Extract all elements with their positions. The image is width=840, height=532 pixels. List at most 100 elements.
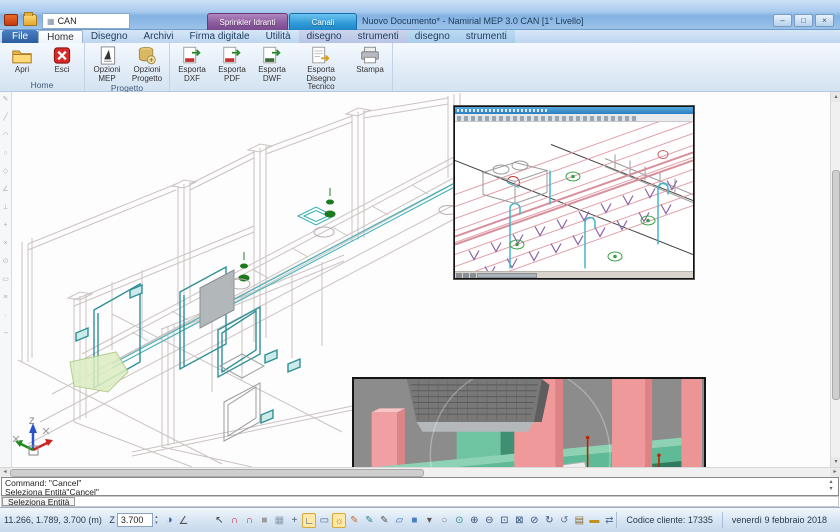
tab-canali-disegno[interactable]: disegno: [407, 30, 458, 43]
zoom-in-icon[interactable]: ⊕: [467, 513, 481, 528]
app-icon[interactable]: [4, 14, 18, 26]
plan-viewport-drawing[interactable]: [455, 122, 693, 271]
mep-options-icon: [96, 45, 118, 66]
context-group-canali[interactable]: Canali: [289, 13, 357, 30]
z-spinner[interactable]: ▴▾: [153, 514, 160, 526]
refresh-icon[interactable]: ⇄: [602, 513, 616, 528]
dropdown-icon[interactable]: ▾: [422, 513, 436, 528]
tool-strip-icon[interactable]: ◇: [3, 168, 8, 175]
selection-window-icon[interactable]: ▭: [317, 513, 331, 528]
viewport-scroll-button[interactable]: [463, 273, 469, 278]
snap-icon[interactable]: ▦: [272, 513, 286, 528]
horizontal-scrollbar[interactable]: ◂ ▸: [0, 467, 840, 477]
export-drawing-icon: [310, 45, 332, 66]
vertical-scrollbar[interactable]: ▴ ▾: [830, 92, 840, 467]
ucs-toggle-icon[interactable]: ◑: [166, 514, 173, 526]
horizontal-scroll-thumb[interactable]: [10, 469, 424, 477]
project-options-icon: [136, 45, 158, 66]
tool-strip-icon[interactable]: ¬: [3, 330, 7, 337]
tool-strip-icon[interactable]: ✎: [3, 96, 9, 103]
left-tool-strip[interactable]: ✎ ╱ ◠ ○ ◇ ∠ ⊥ + × ⊙ ▭ ≡ · ¬: [0, 92, 12, 467]
zoom-out-icon[interactable]: ⊖: [482, 513, 496, 528]
tool-strip-icon[interactable]: ×: [3, 240, 7, 247]
drawing-canvas[interactable]: ✎ ╱ ◠ ○ ◇ ∠ ⊥ + × ⊙ ▭ ≡ · ¬: [0, 92, 840, 467]
tab-home[interactable]: Home: [38, 30, 83, 43]
apri-button[interactable]: Apri: [3, 44, 41, 75]
tool-strip-icon[interactable]: ⊥: [2, 204, 8, 211]
tab-archivi[interactable]: Archivi: [136, 30, 182, 43]
spline-edit-icon[interactable]: ∩: [242, 513, 256, 528]
viewport-toolbar[interactable]: [455, 114, 693, 123]
command-prompt-row[interactable]: Seleziona Entità: [1, 496, 839, 507]
move-icon[interactable]: +: [287, 513, 301, 528]
scroll-up-arrow[interactable]: ▴: [831, 92, 840, 102]
command-scroll-spinner[interactable]: ▴▾: [826, 479, 836, 493]
tab-sprinkler-strumenti[interactable]: strumenti: [350, 30, 407, 43]
export-dwf-icon: [261, 45, 283, 66]
opzioni-progetto-button[interactable]: Opzioni Progetto: [128, 44, 166, 83]
esporta-disegno-tecnico-button[interactable]: Esporta Disegno Tecnico: [293, 44, 349, 92]
esci-button[interactable]: Esci: [43, 44, 81, 75]
viewport-title-bar[interactable]: [455, 107, 693, 114]
minimize-button[interactable]: –: [773, 14, 792, 27]
tab-disegno[interactable]: Disegno: [83, 30, 136, 43]
context-group-sprinkler[interactable]: Sprinkler Idranti: [207, 13, 288, 30]
open-icon[interactable]: [23, 14, 37, 26]
pencil-teal-icon[interactable]: ✎: [362, 513, 376, 528]
layout-icon[interactable]: ▬: [587, 513, 601, 528]
orbit-icon[interactable]: ↻: [542, 513, 556, 528]
select-icon[interactable]: ↖: [212, 513, 226, 528]
filled-square-icon[interactable]: ■: [257, 513, 271, 528]
esporta-dxf-button[interactable]: Esporta DXF: [173, 44, 211, 83]
esporta-pdf-button[interactable]: Esporta PDF: [213, 44, 251, 83]
vertical-scroll-thumb[interactable]: [832, 170, 840, 400]
layers-icon[interactable]: ▤: [572, 513, 586, 528]
ortho-icon[interactable]: ∟: [302, 513, 316, 528]
z-value-input[interactable]: 3.700: [117, 513, 153, 527]
tab-firma-digitale[interactable]: Firma digitale: [182, 30, 258, 43]
esporta-dwf-button[interactable]: Esporta DWF: [253, 44, 291, 83]
tool-strip-icon[interactable]: ≡: [3, 294, 7, 301]
tool-strip-icon[interactable]: ·: [4, 312, 6, 319]
box-3d-icon[interactable]: ▱: [392, 513, 406, 528]
viewport-scrollbar[interactable]: [455, 271, 693, 278]
spline-icon[interactable]: ∩: [227, 513, 241, 528]
viewport-scroll-button[interactable]: [456, 273, 462, 278]
scroll-down-arrow[interactable]: ▾: [831, 457, 840, 467]
lightbulb-icon[interactable]: ☼: [332, 513, 346, 528]
angle-tool-icon[interactable]: ∠: [178, 514, 188, 527]
tool-strip-icon[interactable]: ◠: [2, 132, 8, 139]
viewport-scroll-thumb[interactable]: [477, 273, 537, 278]
tab-sprinkler-disegno[interactable]: disegno: [299, 30, 350, 43]
ribbon-tab-row: File Home Disegno Archivi Firma digitale…: [0, 30, 840, 43]
zoom-window-icon[interactable]: ⊡: [497, 513, 511, 528]
tab-file[interactable]: File: [2, 30, 38, 43]
can-selector[interactable]: ▦ CAN: [42, 13, 130, 29]
close-button[interactable]: ×: [815, 14, 834, 27]
stampa-button[interactable]: Stampa: [351, 44, 389, 75]
plan-viewport-window[interactable]: [454, 106, 694, 279]
ribbon-group-home: Apri Esci Home: [0, 43, 85, 91]
printer-icon: [359, 45, 381, 66]
cube-icon[interactable]: ■: [407, 513, 421, 528]
torus-icon[interactable]: ⊙: [452, 513, 466, 528]
pencil-dark-icon[interactable]: ✎: [377, 513, 391, 528]
tool-strip-icon[interactable]: ╱: [3, 114, 7, 121]
zoom-previous-icon[interactable]: ⊘: [527, 513, 541, 528]
opzioni-mep-button[interactable]: Opzioni MEP: [88, 44, 126, 83]
regen-icon[interactable]: ↺: [557, 513, 571, 528]
tool-strip-icon[interactable]: ▭: [2, 276, 9, 283]
pencil-orange-icon[interactable]: ✎: [347, 513, 361, 528]
tool-strip-icon[interactable]: ⊙: [3, 258, 9, 265]
tool-strip-icon[interactable]: ∠: [2, 186, 8, 193]
tool-strip-icon[interactable]: ○: [3, 150, 7, 157]
zoom-extents-icon[interactable]: ⊠: [512, 513, 526, 528]
title-bar[interactable]: ▦ CAN Sprinkler Idranti Canali Nuovo Doc…: [0, 0, 840, 30]
tab-utilita[interactable]: Utilità: [258, 30, 299, 43]
tool-strip-icon[interactable]: +: [3, 222, 7, 229]
command-history[interactable]: Command: "Cancel" Seleziona Entità"Cance…: [1, 477, 839, 496]
viewport-scroll-button[interactable]: [470, 273, 476, 278]
maximize-button[interactable]: □: [794, 14, 813, 27]
tab-canali-strumenti[interactable]: strumenti: [458, 30, 515, 43]
circle-tool-icon[interactable]: ○: [437, 513, 451, 528]
